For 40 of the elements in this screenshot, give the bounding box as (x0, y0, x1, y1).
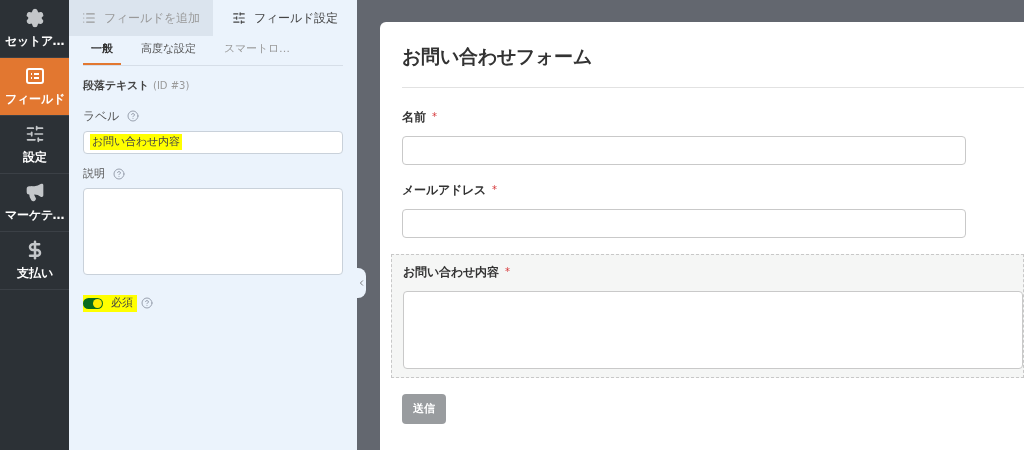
form-title: お問い合わせフォーム (402, 44, 593, 69)
sliders-icon (232, 11, 246, 25)
form-field[interactable]: メールアドレス * (402, 180, 1024, 238)
field-label: 説明 (83, 165, 105, 182)
field-type-title: 段落テキスト (83, 78, 149, 94)
required-mark: * (505, 265, 510, 279)
list-icon (82, 11, 96, 25)
chevron-left-icon (357, 278, 366, 288)
text-input[interactable] (402, 208, 966, 238)
required-mark: * (432, 110, 437, 124)
message-textarea[interactable] (403, 290, 1023, 369)
collapse-handle[interactable] (357, 268, 366, 298)
sidebar-label: 設定 (22, 148, 47, 166)
field-label: お問い合わせ内容 (403, 263, 499, 281)
form-field[interactable]: 名前 * (402, 107, 1024, 165)
field-label: 名前 (402, 108, 426, 126)
field-id: (ID #3) (153, 79, 190, 93)
field-label: ラベル (83, 107, 119, 125)
sidebar-label: フィールド (4, 90, 65, 108)
sidebar-label: セットア… (4, 32, 65, 50)
sub-tab[interactable]: 一般 (83, 40, 121, 65)
sliders-icon (24, 123, 45, 144)
description-textarea[interactable] (83, 188, 343, 275)
list-icon (24, 65, 45, 86)
gear-icon (24, 7, 45, 28)
help-icon (127, 109, 139, 122)
sidebar-label: マーケテ… (4, 206, 65, 224)
help-icon (141, 297, 153, 310)
required-mark: * (492, 183, 497, 197)
help-icon (113, 167, 125, 180)
sub-tab[interactable]: 高度な設定 (133, 40, 204, 65)
toggle-label: 必須 (111, 295, 133, 311)
megaphone-icon (24, 181, 45, 202)
field-label: メールアドレス (402, 181, 486, 199)
sidebar-label: 支払い (16, 264, 53, 282)
form-field[interactable]: お問い合わせ内容 * (391, 253, 1024, 378)
input-value: お問い合わせ内容 (90, 133, 182, 151)
text-input[interactable] (402, 135, 966, 165)
required-toggle[interactable] (83, 297, 103, 309)
label-input[interactable]: お問い合わせ内容 (83, 130, 343, 154)
